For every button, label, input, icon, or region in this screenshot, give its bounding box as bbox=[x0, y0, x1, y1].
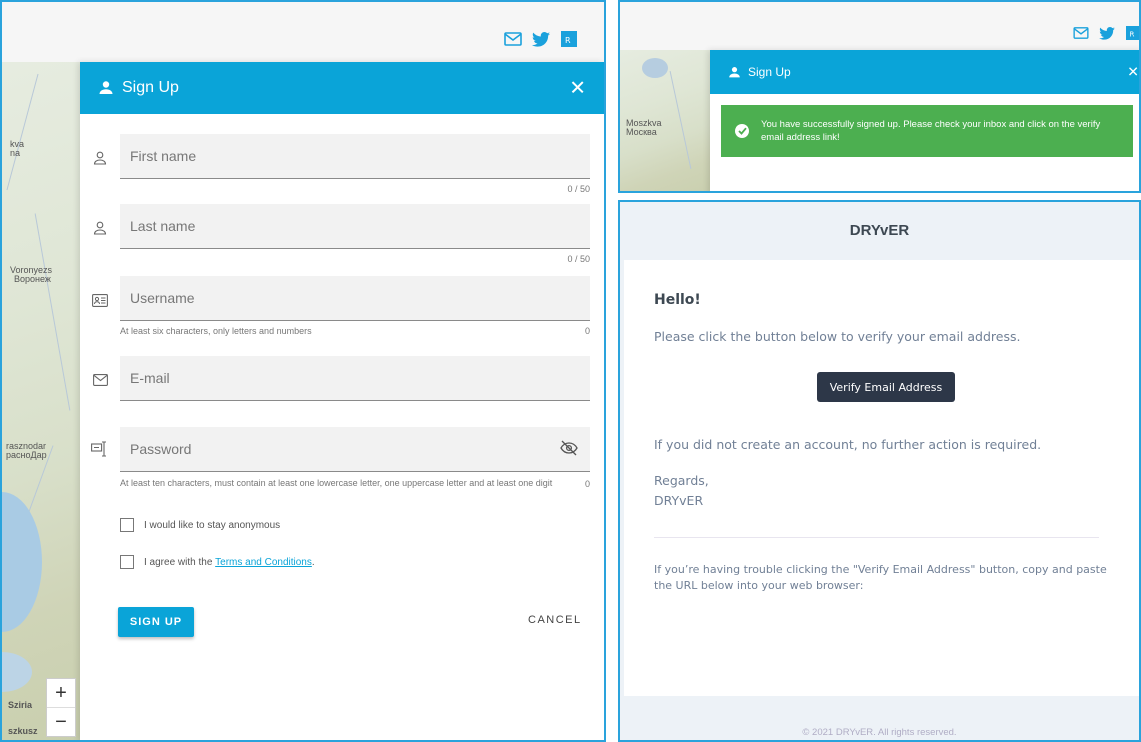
password-row: Password At least ten characters, must c… bbox=[90, 427, 590, 499]
agree-prefix: I agree with the bbox=[144, 556, 216, 568]
terms-link[interactable]: Terms and Conditions bbox=[215, 557, 312, 568]
map-background[interactable]: Moszkva Москва bbox=[620, 50, 714, 191]
map-label-szkus: szkusz bbox=[8, 726, 38, 736]
id-card-icon bbox=[90, 290, 110, 310]
modal-header: Sign Up ✕ bbox=[710, 50, 1139, 94]
person-icon bbox=[90, 218, 110, 238]
twitter-icon[interactable] bbox=[532, 30, 550, 48]
first-name-input[interactable]: First name bbox=[120, 134, 590, 179]
cancel-button[interactable]: CANCEL bbox=[528, 614, 582, 626]
email-footer: © 2021 DRYvER. All rights reserved. bbox=[802, 727, 957, 738]
password-input[interactable]: Password bbox=[120, 427, 590, 472]
mail-icon[interactable] bbox=[1072, 24, 1090, 42]
user-icon bbox=[98, 80, 114, 96]
mail-icon[interactable] bbox=[504, 30, 522, 48]
map-label-krasnodar-cyr: расноДар bbox=[6, 450, 47, 460]
top-bar: R bbox=[620, 2, 1139, 50]
first-name-row: First name 0 / 50 bbox=[90, 134, 590, 194]
email-input[interactable]: E-mail bbox=[120, 356, 590, 401]
password-hint: At least ten characters, must contain at… bbox=[120, 478, 553, 488]
user-icon bbox=[728, 66, 741, 79]
zoom-out-button[interactable]: − bbox=[47, 707, 75, 736]
terms-checkbox[interactable] bbox=[120, 555, 134, 569]
map-zoom-control: + − bbox=[46, 678, 76, 737]
mail-icon bbox=[90, 370, 110, 390]
first-name-counter: 0 / 50 bbox=[567, 184, 590, 194]
last-name-input[interactable]: Last name bbox=[120, 204, 590, 249]
close-icon[interactable]: ✕ bbox=[569, 76, 586, 101]
signup-screenshot-panel: kva na Voronyezs Воронеж rasznodar расно… bbox=[0, 0, 606, 742]
map-label-na: na bbox=[10, 148, 21, 158]
email-brand: DRYvER bbox=[849, 221, 910, 239]
modal-title: Sign Up bbox=[748, 65, 791, 79]
researchgate-icon[interactable]: R bbox=[1124, 24, 1139, 42]
person-icon bbox=[90, 148, 110, 168]
last-name-row: Last name 0 / 50 bbox=[90, 204, 590, 264]
success-screenshot-panel: Moszkva Москва R Sign Up ✕ You have succ… bbox=[618, 0, 1141, 193]
twitter-icon[interactable] bbox=[1098, 24, 1116, 42]
email-trouble-text: If you’re having trouble clicking the "V… bbox=[654, 563, 1107, 592]
email-row: E-mail bbox=[90, 356, 590, 402]
anonymous-checkbox-row[interactable]: I would like to stay anonymous bbox=[120, 518, 280, 532]
map-label-moskva-cyr: Москва bbox=[626, 127, 657, 137]
svg-text:R: R bbox=[1130, 31, 1135, 39]
social-icons: R bbox=[504, 30, 578, 48]
verification-email-panel: DRYvER Hello! Please click the button be… bbox=[618, 200, 1141, 742]
verify-email-button[interactable]: Verify Email Address bbox=[817, 372, 955, 402]
last-name-counter: 0 / 50 bbox=[567, 254, 590, 264]
email-no-action: If you did not create an account, no fur… bbox=[654, 437, 1042, 452]
terms-checkbox-row[interactable]: I agree with the Terms and Conditions . bbox=[120, 555, 315, 569]
email-body: Hello! Please click the button below to … bbox=[624, 260, 1139, 696]
close-icon[interactable]: ✕ bbox=[1127, 64, 1139, 81]
check-circle-icon bbox=[735, 124, 749, 138]
social-icons: R bbox=[1072, 24, 1139, 42]
password-icon bbox=[90, 439, 110, 459]
username-input[interactable]: Username bbox=[120, 276, 590, 321]
success-alert: You have successfully signed up. Please … bbox=[721, 105, 1133, 157]
email-divider bbox=[654, 537, 1099, 538]
email-signature: DRYvER bbox=[654, 493, 704, 508]
modal-header: Sign Up ✕ bbox=[80, 62, 604, 114]
anonymous-checkbox[interactable] bbox=[120, 518, 134, 532]
modal-title: Sign Up bbox=[122, 79, 179, 96]
researchgate-icon[interactable]: R bbox=[560, 30, 578, 48]
email-regards: Regards, bbox=[654, 473, 709, 488]
signup-button[interactable]: SIGN UP bbox=[118, 607, 194, 637]
zoom-in-button[interactable]: + bbox=[47, 679, 75, 707]
map-label-voronezh-cyr: Воронеж bbox=[14, 274, 51, 284]
success-message: You have successfully signed up. Please … bbox=[761, 119, 1101, 143]
anonymous-label: I would like to stay anonymous bbox=[144, 519, 281, 531]
username-row: Username At least six characters, only l… bbox=[90, 276, 590, 336]
email-intro: Please click the button below to verify … bbox=[654, 329, 1021, 344]
top-bar: R bbox=[2, 2, 604, 62]
map-background[interactable]: kva na Voronyezs Воронеж rasznodar расно… bbox=[2, 62, 82, 740]
eye-off-icon[interactable] bbox=[560, 440, 578, 461]
username-counter: 0 bbox=[584, 326, 590, 336]
username-hint: At least six characters, only letters an… bbox=[120, 326, 312, 336]
agree-suffix: . bbox=[311, 556, 315, 568]
email-greeting: Hello! bbox=[654, 292, 701, 308]
map-label-sziria: Sziria bbox=[8, 700, 33, 710]
svg-text:R: R bbox=[565, 36, 571, 45]
password-counter: 0 bbox=[584, 479, 590, 489]
